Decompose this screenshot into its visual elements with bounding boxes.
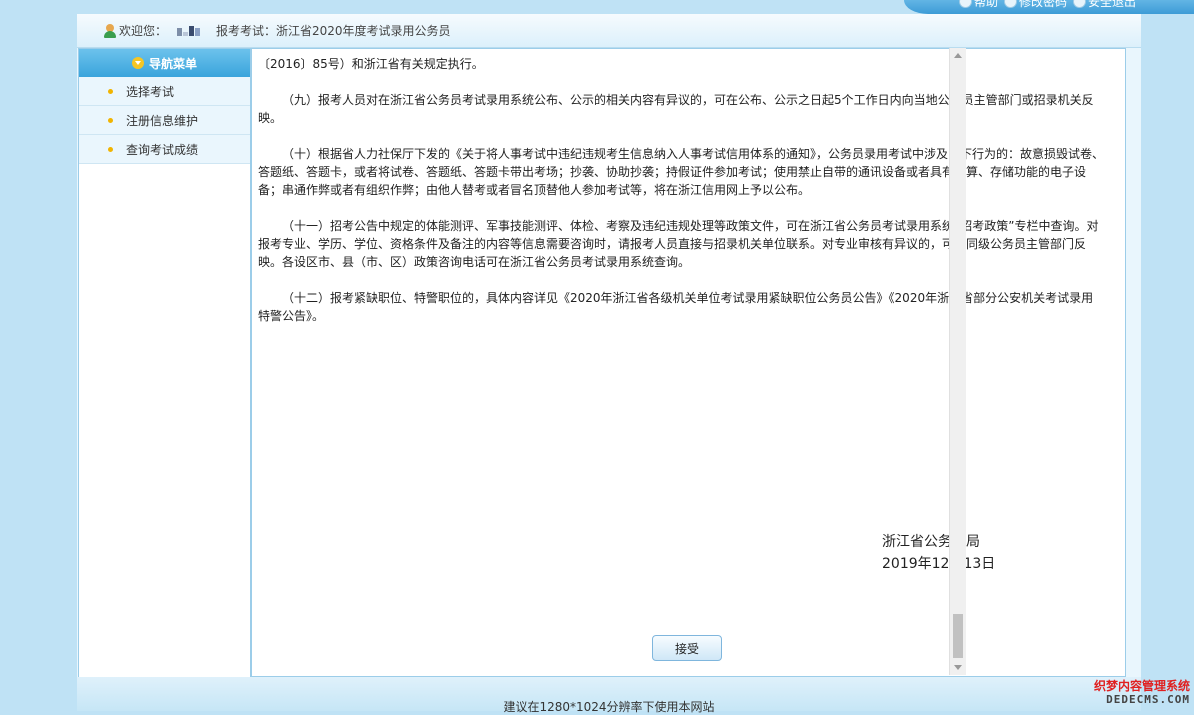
content-panel: 〔2016〕85号）和浙江省有关规定执行。 （九）报考人员对在浙江省公务员考试录… <box>251 48 1126 677</box>
watermark-line1: 织梦内容管理系统 <box>1093 679 1190 693</box>
change-password-link[interactable]: 修改密码 <box>1003 0 1067 9</box>
signature-date: 2019年12月13日 <box>882 556 996 572</box>
chevron-down-icon <box>131 57 144 69</box>
content-scrollbar[interactable] <box>949 48 966 675</box>
footer-text: 建议在1280*1024分辨率下使用本网站 <box>503 700 715 714</box>
user-icon <box>104 23 116 38</box>
sidebar-item-label: 查询考试成绩 <box>126 142 199 157</box>
bullet-icon <box>108 88 113 94</box>
sidebar-item-label: 注册信息维护 <box>126 113 199 128</box>
main-frame: 欢迎您： 报考考试：浙江省2020年度考试录用公务员 导航菜单 选择考试 注册信… <box>77 14 1141 714</box>
accept-button[interactable]: 接受 <box>652 635 722 661</box>
notice-paragraph: （十二）报考紧缺职位、特警职位的，具体内容详见《2020年浙江省各级机关单位考试… <box>258 291 1094 323</box>
notice-paragraph: （十一）招考公告中规定的体能测评、军事技能测评、体检、考察及违纪违规处理等政策文… <box>258 219 1099 269</box>
scroll-thumb[interactable] <box>953 614 963 658</box>
watermark-logo: 织梦内容管理系统 DEDECMS.COM <box>1094 679 1190 707</box>
notice-text: 〔2016〕85号）和浙江省有关规定执行。 （九）报考人员对在浙江省公务员考试录… <box>252 49 1125 325</box>
key-icon <box>1003 0 1017 8</box>
notice-paragraph: （十）根据省人力社保厅下发的《关于将人事考试中违纪违规考生信息纳入人事考试信用体… <box>258 147 1105 197</box>
nav-menu-header: 导航菜单 <box>79 49 250 77</box>
welcome-label: 欢迎您： <box>119 24 168 38</box>
watermark-line2: DEDECMS.COM <box>1106 693 1190 706</box>
footer: 建议在1280*1024分辨率下使用本网站 <box>77 677 1141 714</box>
notice-paragraph: 〔2016〕85号）和浙江省有关规定执行。 <box>258 57 484 71</box>
sidebar-item-label: 选择考试 <box>126 84 175 99</box>
exam-info: 报考考试：浙江省2020年度考试录用公务员 <box>216 24 451 38</box>
sidebar-item-scores[interactable]: 查询考试成绩 <box>79 135 250 164</box>
bullet-icon <box>108 146 113 152</box>
help-link[interactable]: 帮助 <box>958 0 998 9</box>
nav-menu-title: 导航菜单 <box>148 56 197 71</box>
sidebar-item-select-exam[interactable]: 选择考试 <box>79 77 250 106</box>
signature-org: 浙江省公务员局 <box>882 534 980 550</box>
user-name-redacted <box>177 25 201 36</box>
sidebar: 导航菜单 选择考试 注册信息维护 查询考试成绩 <box>78 48 251 678</box>
top-right-toolbar: 帮助 修改密码 安全退出 <box>904 0 1194 14</box>
signature: 浙江省公务员局 2019年12月13日 <box>882 531 995 575</box>
logout-icon <box>1072 0 1086 8</box>
scroll-up-icon[interactable] <box>954 53 962 58</box>
logout-link[interactable]: 安全退出 <box>1072 0 1136 9</box>
bullet-icon <box>108 117 113 123</box>
scroll-down-icon[interactable] <box>954 665 962 670</box>
notice-paragraph: （九）报考人员对在浙江省公务员考试录用系统公布、公示的相关内容有异议的，可在公布… <box>258 93 1094 125</box>
welcome-bar: 欢迎您： 报考考试：浙江省2020年度考试录用公务员 <box>77 14 1141 48</box>
sidebar-item-registration[interactable]: 注册信息维护 <box>79 106 250 135</box>
top-links: 帮助 修改密码 安全退出 <box>958 0 1136 9</box>
help-icon <box>958 0 972 8</box>
